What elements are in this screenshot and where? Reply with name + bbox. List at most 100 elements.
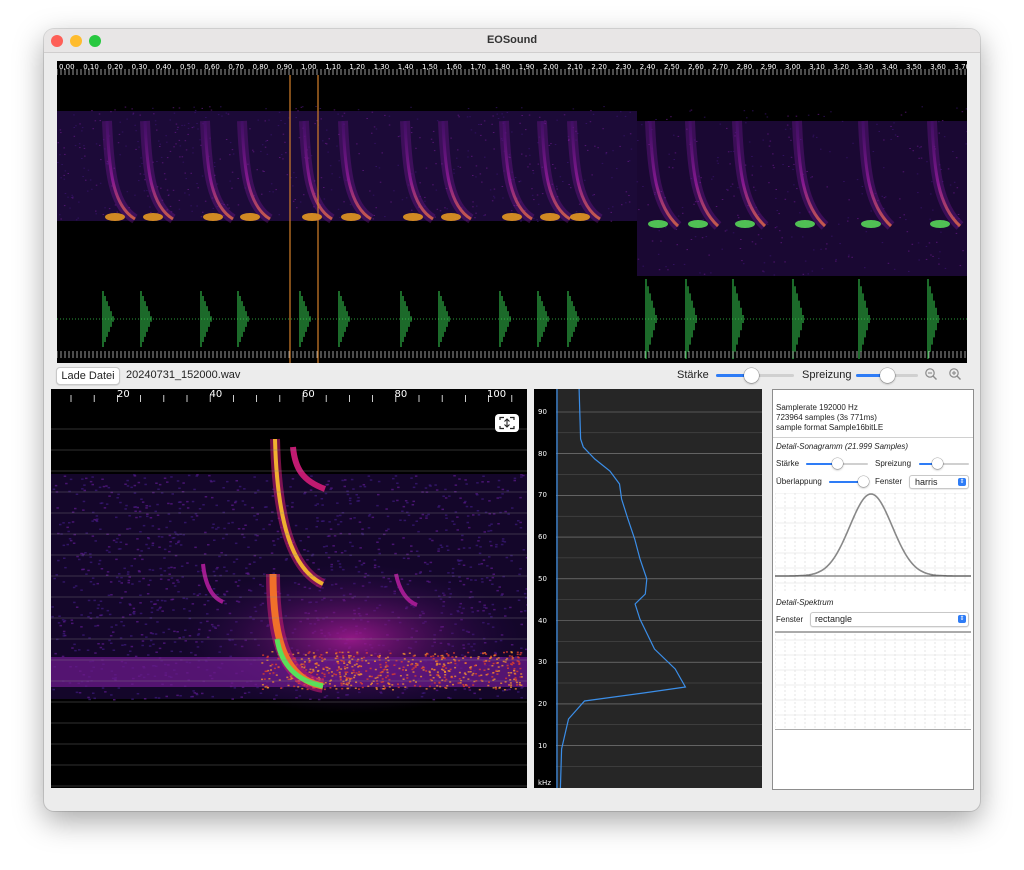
spectrum-window-select[interactable]: rectangle ⇕ <box>810 612 969 627</box>
time-tick-label: 3,00 <box>785 63 801 71</box>
detail-x-tick-label: 40 <box>209 389 223 400</box>
time-tick-label: 1,20 <box>349 63 365 71</box>
time-tick-label: 1,30 <box>373 63 390 71</box>
time-tick-label: 1,90 <box>518 63 535 71</box>
detail-strength-knob[interactable] <box>832 458 843 469</box>
filename-label: 20240731_152000.wav <box>126 369 241 381</box>
call-peak <box>441 213 461 221</box>
time-tick-label: 2,40 <box>639 63 656 71</box>
time-tick-label: 2,00 <box>543 63 559 71</box>
zoom-in-icon[interactable] <box>948 367 962 381</box>
time-tick-label: 1,50 <box>422 63 438 71</box>
time-tick-label: 0,10 <box>83 63 99 71</box>
detail-x-tick-label: 80 <box>394 389 408 400</box>
khz-unit-label: kHz <box>538 779 551 787</box>
time-tick-label: 1,00 <box>301 63 317 71</box>
time-tick-label: 0,60 <box>204 63 220 71</box>
call-peak <box>302 213 322 221</box>
call-peak <box>240 213 260 221</box>
time-tick-label: 0,00 <box>59 63 75 71</box>
window-title: EOSound <box>486 34 538 46</box>
detail-canvas[interactable] <box>51 389 527 788</box>
call-peak <box>502 213 522 221</box>
overview-sonagram[interactable]: 0,00 0,10 0,20 0,30 0,40 0,50 0,60 0,70 0,80 0,90… <box>57 61 967 363</box>
strength-slider[interactable] <box>716 367 794 383</box>
time-tick-label: 1,10 <box>325 63 341 71</box>
time-tick-label: 1,40 <box>397 63 414 71</box>
call-peak <box>688 220 708 228</box>
time-tick-label: 2,70 <box>712 63 728 71</box>
detail-strength-slider[interactable] <box>806 458 868 470</box>
detail-x-tick-label: 20 <box>117 389 130 400</box>
detail-spread-label: Spreizung <box>875 459 912 468</box>
detail-sonagram[interactable]: 20 40 60 80 100 <box>51 389 527 788</box>
spectrum-panel: 90 80 70 60 50 40 30 20 10 kHz <box>534 389 762 788</box>
call-peak <box>930 220 950 228</box>
khz-tick-label: 10 <box>538 741 547 750</box>
strength-slider-knob[interactable] <box>744 368 760 383</box>
call-peak <box>540 213 560 221</box>
time-tick-label: 1,60 <box>446 63 462 71</box>
window-select-value: harris <box>915 477 938 487</box>
time-tick-label: 2,50 <box>664 63 680 71</box>
call-peak <box>648 220 668 228</box>
spread-slider-knob[interactable] <box>880 368 895 383</box>
detail-sonagram-title: Detail-Sonagramm (21.999 Samples) <box>776 442 909 451</box>
window-curve <box>775 493 971 577</box>
call-peak <box>861 220 881 228</box>
time-tick-label: 0,20 <box>107 63 123 71</box>
chevron-updown-icon: ⇕ <box>958 615 966 623</box>
spectrum-window-label: Fenster <box>776 615 804 624</box>
time-tick-label: 2,10 <box>567 63 583 71</box>
detail-spread-slider[interactable] <box>919 458 969 470</box>
detail-spread-knob[interactable] <box>931 458 943 469</box>
time-tick-label: 1,80 <box>494 63 511 71</box>
spread-label: Spreizung <box>802 369 852 381</box>
khz-tick-label: 70 <box>538 491 547 500</box>
spectrum-plot-area <box>556 389 762 788</box>
info-panel: Samplerate 192000 Hz 723964 samples (3s … <box>772 389 974 790</box>
fit-screen-button[interactable] <box>495 414 519 432</box>
time-ruler: 0,00 0,10 0,20 0,30 0,40 0,50 0,60 0,70 0,80 0,90… <box>57 61 967 75</box>
zoom-out-icon[interactable] <box>924 367 938 381</box>
call-peak <box>403 213 423 221</box>
format-text: sample format Sample16bitLE <box>776 423 884 432</box>
spectrum-canvas <box>556 389 762 788</box>
time-tick-label: 0,50 <box>180 63 196 71</box>
divider <box>773 437 973 438</box>
toolbar: Lade Datei 20240731_152000.wav Stärke Sp… <box>44 365 980 387</box>
time-tick-label: 2,30 <box>615 63 632 71</box>
spectrum-window-select-value: rectangle <box>815 614 853 624</box>
samples-text: 723964 samples (3s 771ms) <box>776 413 877 422</box>
window-label: Fenster <box>875 477 903 486</box>
khz-tick-label: 20 <box>538 699 547 708</box>
spread-slider[interactable] <box>856 367 918 383</box>
time-tick-label: 0,40 <box>155 63 172 71</box>
time-tick-label: 0,70 <box>228 63 244 71</box>
overview-canvas[interactable] <box>57 61 967 363</box>
app-window: EOSound 0,00 0,10 0,20 0,30 0,40 0,50 0,60 0,70… <box>44 29 980 811</box>
overlap-label: Überlappung <box>776 477 822 486</box>
time-tick-label: 3,10 <box>809 63 825 71</box>
call-peak <box>570 213 590 221</box>
detail-strength-label: Stärke <box>776 459 800 468</box>
time-tick-label: 3,50 <box>906 63 922 71</box>
time-tick-label: 2,20 <box>591 63 607 71</box>
time-tick-label: 2,60 <box>688 63 704 71</box>
time-tick-label: 3,60 <box>930 63 946 71</box>
time-tick-label: 2,90 <box>760 63 777 71</box>
time-tick-label: 3,30 <box>857 63 874 71</box>
khz-tick-label: 40 <box>538 616 547 625</box>
time-tick-label: 1,70 <box>470 63 486 71</box>
overlap-slider[interactable] <box>829 476 870 488</box>
overlap-knob[interactable] <box>858 476 870 487</box>
load-file-button[interactable]: Lade Datei <box>56 367 120 385</box>
detail-x-tick-label: 100 <box>487 389 507 400</box>
window-function-plot <box>775 493 971 593</box>
window-select[interactable]: harris ⇕ <box>909 475 969 489</box>
call-peak <box>795 220 815 228</box>
time-tick-label: 3,20 <box>833 63 849 71</box>
call-peak <box>735 220 755 228</box>
fit-screen-icon <box>499 416 515 430</box>
detail-spectrum-plot <box>775 631 971 730</box>
